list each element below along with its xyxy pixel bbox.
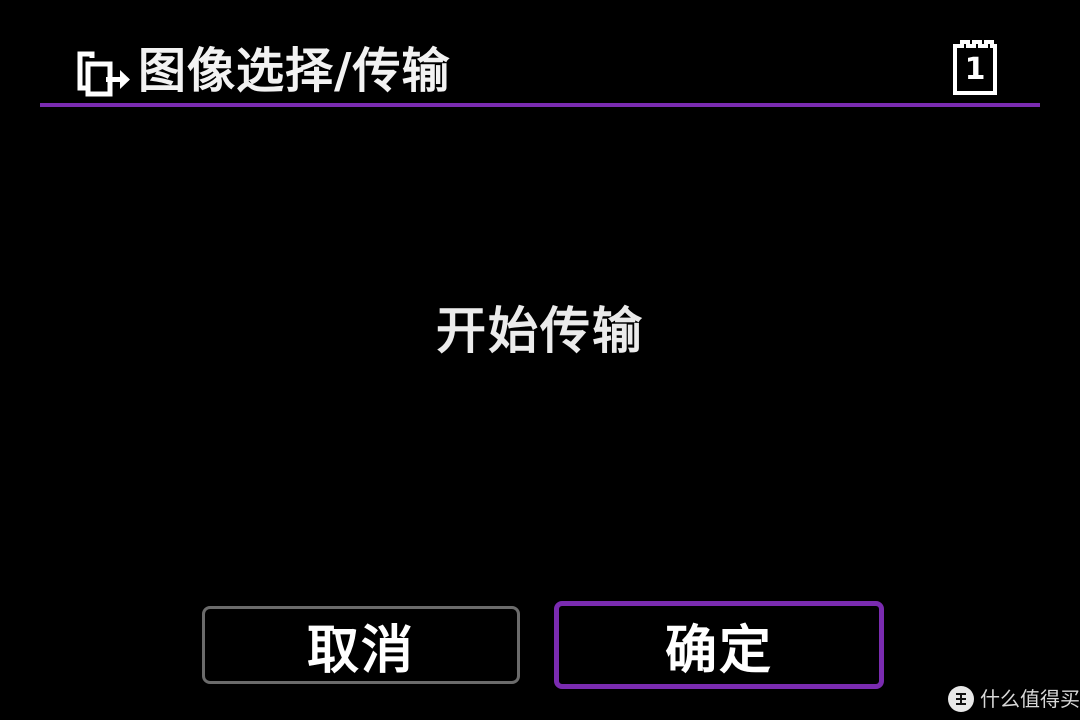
- watermark-text: 什么值得买: [980, 687, 1080, 711]
- memory-card-number: 1: [964, 52, 986, 87]
- confirmation-message: 开始传输: [436, 302, 644, 360]
- cancel-button[interactable]: 取消: [202, 606, 520, 684]
- ok-button[interactable]: 确定: [554, 601, 884, 689]
- watermark: 什么值得买: [948, 684, 1080, 714]
- menu-header: 图像选择/传输 1: [40, 30, 1040, 104]
- watermark-glyph-icon: [956, 693, 966, 705]
- camera-menu-screen: 图像选择/传输 1 开始传输 取消 确定 什么值得买: [0, 0, 1080, 720]
- page-title: 图像选择/传输: [138, 43, 451, 99]
- watermark-logo-icon: [948, 686, 974, 712]
- image-transfer-icon: [77, 51, 130, 97]
- header-divider: [40, 103, 1040, 107]
